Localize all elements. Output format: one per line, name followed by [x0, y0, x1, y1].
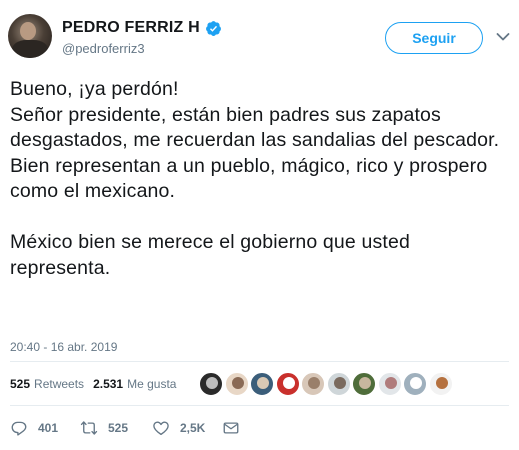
- like-count: 2,5K: [180, 421, 206, 435]
- likes-count[interactable]: 2.531: [93, 377, 123, 391]
- liker-avatar-face: [333, 377, 346, 389]
- liker-avatar[interactable]: [224, 372, 249, 396]
- avatar-body: [12, 40, 48, 58]
- author-handle[interactable]: @pedroferriz3: [62, 41, 145, 56]
- liker-avatar-face: [410, 377, 422, 389]
- liker-avatar[interactable]: [377, 372, 402, 396]
- author-display-name[interactable]: PEDRO FERRIZ H: [62, 19, 200, 37]
- liker-avatar-face: [257, 377, 269, 389]
- liker-avatar[interactable]: [326, 372, 351, 396]
- author-name-row[interactable]: PEDRO FERRIZ H: [62, 18, 222, 38]
- liker-avatar-face: [384, 377, 397, 389]
- liker-avatar[interactable]: [199, 372, 223, 396]
- tweet-actions: 401 525 2,5K: [0, 414, 519, 442]
- liker-avatar-face: [308, 377, 320, 389]
- likes-label[interactable]: Me gusta: [127, 377, 176, 391]
- liker-avatar-face: [359, 377, 371, 389]
- reply-icon: [11, 421, 27, 436]
- liker-avatar[interactable]: [352, 372, 376, 396]
- tweet-text: Bueno, ¡ya perdón! Señor presidente, est…: [10, 78, 500, 279]
- liker-avatar[interactable]: [275, 372, 300, 396]
- avatar-face: [20, 22, 36, 40]
- avatar[interactable]: [8, 14, 52, 58]
- liker-avatar[interactable]: [250, 372, 274, 396]
- follow-button[interactable]: Seguir: [385, 22, 483, 54]
- likers-avatars: [199, 372, 454, 396]
- divider: [10, 361, 509, 362]
- tweet-timestamp[interactable]: 20:40 - 16 abr. 2019: [10, 340, 117, 354]
- heart-icon: [153, 421, 169, 436]
- liker-avatar-face: [282, 377, 295, 389]
- liker-avatar[interactable]: [428, 372, 453, 396]
- chevron-down-icon[interactable]: [496, 32, 510, 42]
- retweets-count[interactable]: 525: [10, 377, 30, 391]
- retweets-label[interactable]: Retweets: [34, 377, 84, 391]
- liker-avatar[interactable]: [301, 372, 325, 396]
- tweet-stats: 525 Retweets 2.531 Me gusta: [10, 372, 176, 396]
- retweet-button[interactable]: 525: [80, 414, 128, 442]
- liker-avatar[interactable]: [403, 372, 427, 396]
- retweet-icon: [80, 421, 98, 435]
- liker-avatar-face: [231, 377, 244, 389]
- verified-badge-icon: [205, 20, 221, 36]
- retweet-count: 525: [108, 421, 129, 435]
- liker-avatar-face: [435, 377, 448, 389]
- divider: [10, 405, 509, 406]
- reply-count: 401: [38, 421, 59, 435]
- reply-button[interactable]: 401: [10, 414, 58, 442]
- direct-message-button[interactable]: [222, 414, 250, 442]
- envelope-icon: [223, 422, 239, 434]
- liker-avatar-face: [206, 377, 218, 389]
- tweet-header: PEDRO FERRIZ H @pedroferriz3 Seguir: [0, 0, 519, 68]
- like-button[interactable]: 2,5K: [152, 414, 205, 442]
